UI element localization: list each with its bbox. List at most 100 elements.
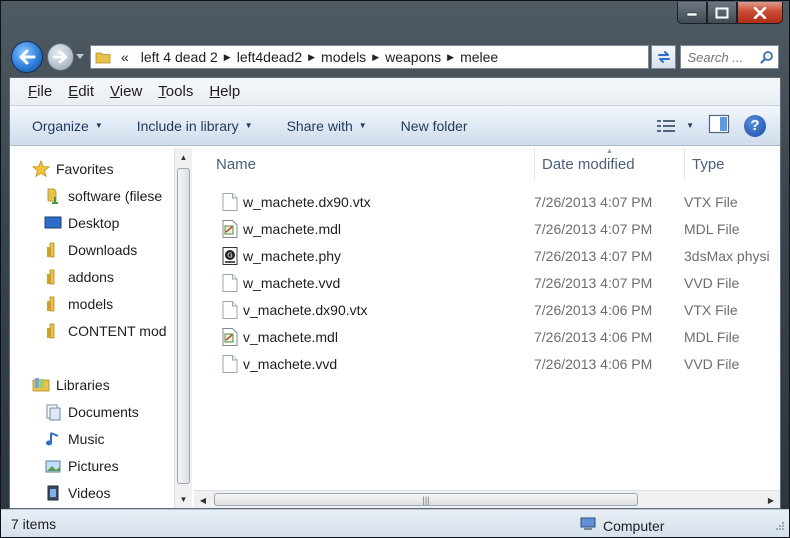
recent-pages-dropdown[interactable]: [76, 54, 86, 60]
close-icon: [753, 6, 767, 19]
folder-icon: [44, 241, 62, 259]
nav-item-pictures[interactable]: Pictures: [44, 455, 119, 477]
menu-bar: File Edit View Tools Help: [10, 78, 780, 106]
scroll-left-icon[interactable]: ◀: [194, 491, 212, 508]
status-bar: 7 items Computer: [1, 509, 789, 537]
nav-item-videos[interactable]: Videos: [44, 482, 111, 504]
refresh-button[interactable]: [650, 45, 677, 69]
mdl-file-icon: [222, 220, 238, 238]
resize-grip-icon[interactable]: [775, 518, 785, 534]
file-row[interactable]: Gw_machete.phy 7/26/2013 4:07 PM 3dsMax ph…: [194, 242, 780, 269]
menu-tools[interactable]: Tools: [158, 83, 193, 100]
libraries-icon: [32, 376, 50, 394]
nav-libraries[interactable]: Libraries: [32, 374, 110, 396]
network-folder-icon: [44, 187, 62, 205]
file-row[interactable]: w_machete.mdl 7/26/2013 4:07 PM MDL File: [194, 215, 780, 242]
file-type: MDL File: [684, 220, 740, 237]
back-button[interactable]: [11, 41, 43, 73]
file-row[interactable]: v_machete.vvd 7/26/2013 4:06 PM VVD File: [194, 350, 780, 377]
breadcrumb-item[interactable]: melee: [454, 49, 504, 65]
share-with-button[interactable]: Share with ▼: [287, 118, 367, 134]
scrollbar-thumb[interactable]: |||: [214, 493, 638, 506]
breadcrumb-item[interactable]: left 4 dead 2: [135, 49, 224, 65]
breadcrumb-item[interactable]: left4dead2: [231, 49, 308, 65]
scroll-right-icon[interactable]: ▶: [762, 491, 780, 508]
chevron-right-icon[interactable]: ▶: [224, 52, 231, 63]
search-input[interactable]: [687, 49, 758, 65]
change-view-button[interactable]: ▼: [656, 118, 694, 134]
column-divider[interactable]: [534, 148, 535, 180]
file-name: w_machete.mdl: [243, 220, 342, 237]
scrollbar-thumb[interactable]: [177, 168, 190, 484]
menu-edit[interactable]: Edit: [68, 83, 94, 100]
file-name: v_machete.vvd: [243, 355, 338, 372]
file-name: w_machete.phy: [243, 247, 342, 264]
mdl-file-icon: [222, 328, 238, 346]
documents-icon: [44, 403, 62, 421]
maximize-icon: [715, 7, 729, 18]
scroll-up-icon[interactable]: ▲: [175, 148, 192, 166]
nav-favorites[interactable]: Favorites: [32, 158, 114, 180]
nav-item-music[interactable]: Music: [44, 428, 105, 450]
status-location: Computer: [579, 516, 664, 535]
file-row[interactable]: v_machete.mdl 7/26/2013 4:06 PM MDL File: [194, 323, 780, 350]
refresh-icon: [657, 51, 670, 63]
menu-file[interactable]: File: [28, 83, 52, 100]
nav-item-downloads[interactable]: Downloads: [44, 239, 137, 261]
chevron-right-icon[interactable]: ▶: [372, 52, 379, 63]
column-divider[interactable]: [684, 148, 685, 180]
column-header-name[interactable]: Name: [216, 156, 256, 173]
file-type: 3dsMax physi: [684, 247, 770, 264]
search-box[interactable]: [680, 45, 780, 69]
folder-icon: [95, 52, 111, 64]
maximize-button[interactable]: [707, 2, 737, 24]
folder-icon: [44, 295, 62, 313]
file-type: VVD File: [684, 355, 740, 372]
nav-item-models[interactable]: models: [44, 293, 113, 315]
nav-pane-scrollbar[interactable]: ▲ ▼: [174, 148, 192, 508]
file-date-modified: 7/26/2013 4:06 PM: [534, 328, 653, 345]
file-name: w_machete.dx90.vtx: [243, 193, 371, 210]
svg-text:G: G: [227, 252, 232, 260]
help-icon: ?: [750, 117, 760, 134]
blank-file-icon: [222, 355, 238, 373]
file-row[interactable]: w_machete.dx90.vtx 7/26/2013 4:07 PM VTX F…: [194, 188, 780, 215]
chevron-right-icon[interactable]: ▶: [447, 52, 454, 63]
include-in-library-button[interactable]: Include in library ▼: [137, 118, 253, 134]
chevron-right-icon[interactable]: ▶: [308, 52, 315, 63]
menu-view[interactable]: View: [110, 83, 142, 100]
help-button[interactable]: ?: [744, 114, 766, 137]
column-header-date[interactable]: Date modified: [542, 156, 635, 173]
nav-item-desktop[interactable]: Desktop: [44, 212, 119, 234]
chevron-down-icon: ▼: [358, 121, 367, 130]
breadcrumb-item[interactable]: weapons: [379, 49, 447, 65]
explorer-window: « left 4 dead 2 ▶ left4dead2 ▶ models ▶ …: [0, 0, 790, 538]
file-list-horizontal-scrollbar[interactable]: ◀ ||| ▶: [194, 490, 780, 508]
nav-item-software[interactable]: software (filese: [44, 185, 162, 207]
file-list-pane: Name Date modified ▲ Type w_machete.dx90…: [194, 148, 780, 508]
pictures-icon: [44, 457, 62, 475]
breadcrumb-overflow[interactable]: «: [115, 49, 135, 65]
close-button[interactable]: [737, 2, 783, 24]
new-folder-button[interactable]: New folder: [401, 118, 468, 134]
organize-button[interactable]: Organize ▼: [32, 118, 103, 134]
column-header-type[interactable]: Type: [692, 156, 725, 173]
file-row[interactable]: w_machete.vvd 7/26/2013 4:07 PM VVD File: [194, 269, 780, 296]
address-bar[interactable]: « left 4 dead 2 ▶ left4dead2 ▶ models ▶ …: [89, 45, 649, 69]
command-bar-right: ▼ ?: [642, 114, 766, 137]
forward-button[interactable]: [46, 43, 75, 71]
breadcrumb-item[interactable]: models: [315, 49, 372, 65]
nav-item-addons[interactable]: addons: [44, 266, 114, 288]
file-type: MDL File: [684, 328, 740, 345]
scroll-down-icon[interactable]: ▼: [175, 490, 192, 508]
file-row[interactable]: v_machete.dx90.vtx 7/26/2013 4:06 PM VTX F…: [194, 296, 780, 323]
nav-item-documents[interactable]: Documents: [44, 401, 139, 423]
file-name: v_machete.mdl: [243, 328, 338, 345]
caption-buttons: [677, 2, 783, 24]
folder-icon: [44, 322, 62, 340]
minimize-button[interactable]: [677, 2, 707, 24]
preview-pane-button[interactable]: [708, 114, 730, 137]
menu-help[interactable]: Help: [209, 83, 240, 100]
file-type: VTX File: [684, 301, 738, 318]
nav-item-content-mod[interactable]: CONTENT mod: [44, 320, 167, 342]
